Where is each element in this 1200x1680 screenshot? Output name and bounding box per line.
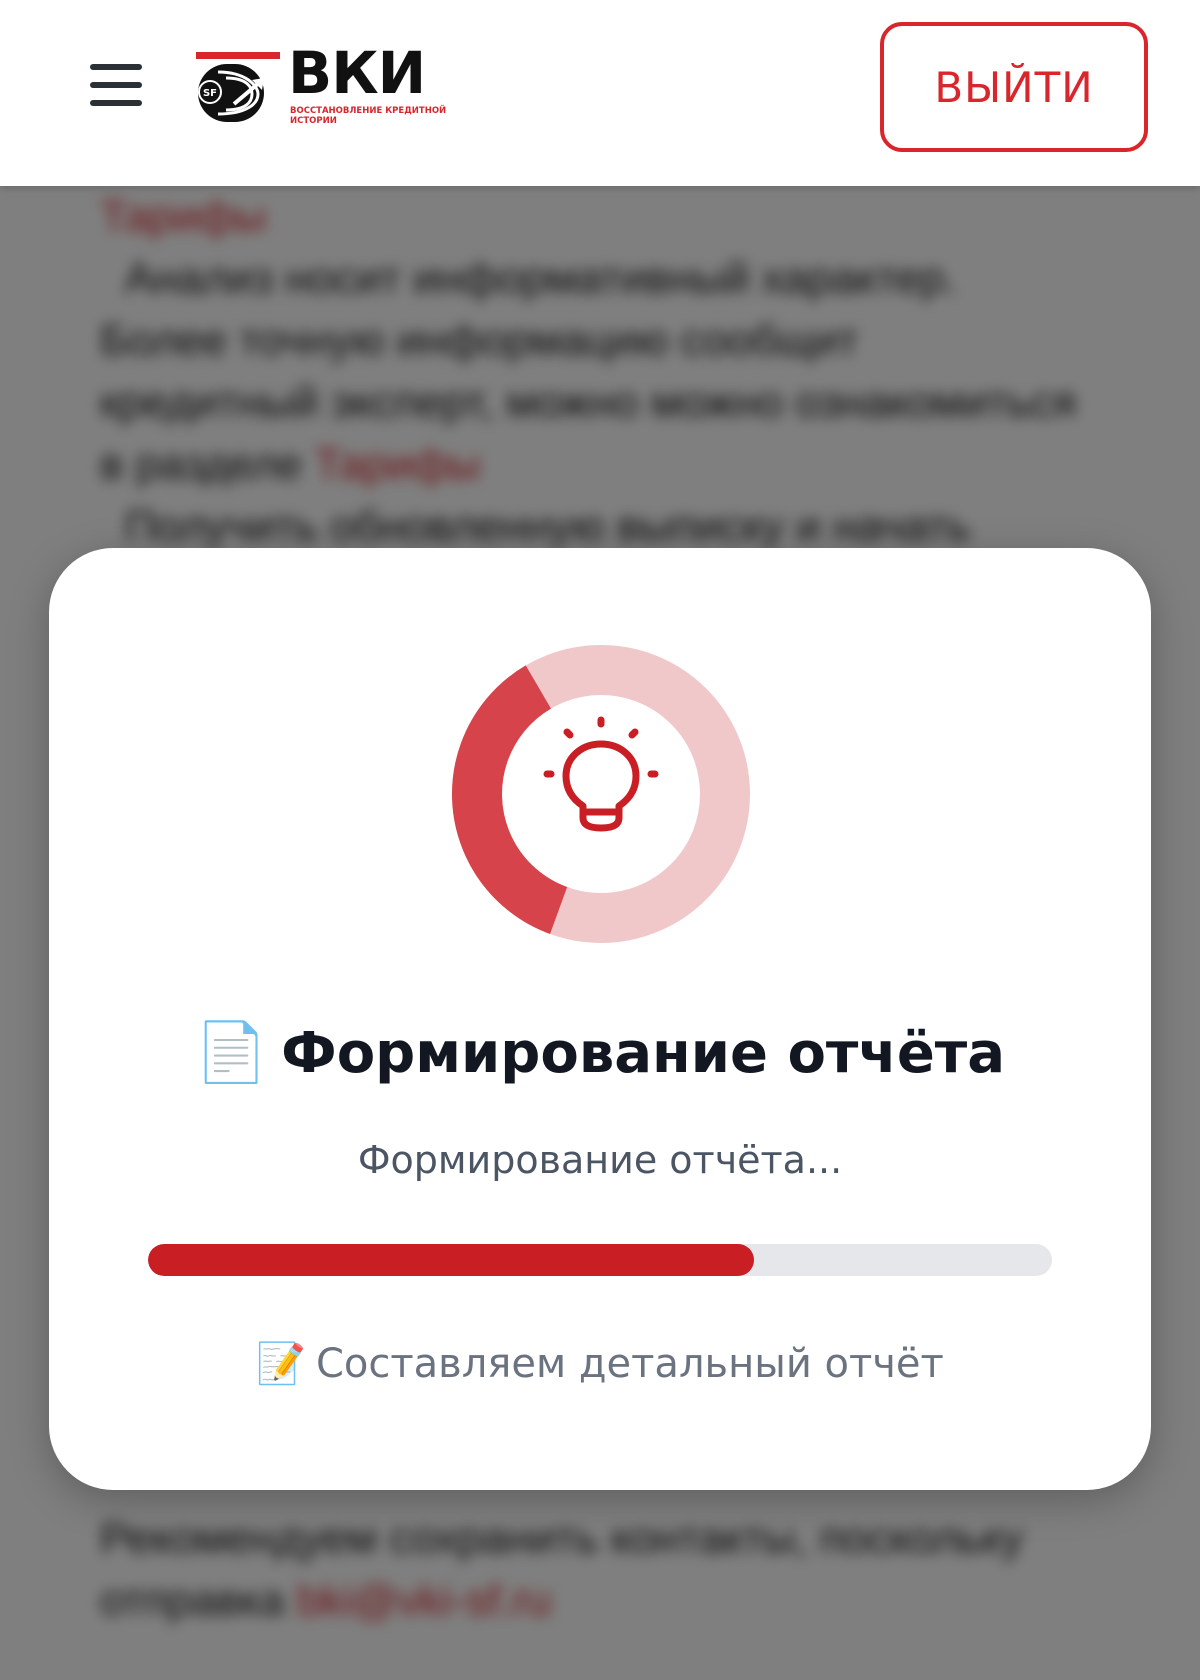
progress-bar-fill bbox=[148, 1244, 754, 1276]
logo-badge: SF bbox=[203, 88, 217, 99]
lightbulb-icon bbox=[543, 716, 659, 832]
logo-mark-icon: SF bbox=[196, 52, 280, 122]
report-progress-modal: 📄 Формирование отчёта Формирование отчёта… bbox=[49, 548, 1151, 1490]
current-step-text: Составляем детальный отчёт bbox=[315, 1341, 944, 1387]
logout-button[interactable]: ВЫЙТИ bbox=[880, 22, 1148, 152]
logo-subtitle: ВОССТАНОВЛЕНИЕ КРЕДИТНОЙ ИСТОРИИ bbox=[290, 106, 447, 126]
current-step: 📝 Составляем детальный отчёт bbox=[49, 1340, 1151, 1387]
logo[interactable]: SF ВКИ ВОССТАНОВЛЕНИЕ КРЕДИТНОЙ ИСТОРИИ bbox=[196, 44, 456, 128]
app-header: SF ВКИ ВОССТАНОВЛЕНИЕ КРЕДИТНОЙ ИСТОРИИ … bbox=[0, 0, 1200, 186]
progress-bar bbox=[148, 1244, 1052, 1276]
modal-title-text: Формирование отчёта bbox=[281, 1021, 1006, 1086]
modal-title: 📄 Формирование отчёта bbox=[49, 1018, 1151, 1087]
document-icon: 📄 bbox=[194, 1018, 268, 1086]
hamburger-menu-button[interactable] bbox=[86, 62, 146, 110]
logo-text: ВКИ bbox=[288, 39, 426, 107]
modal-subtitle: Формирование отчёта... bbox=[357, 1138, 843, 1182]
hamburger-icon bbox=[90, 64, 142, 70]
progress-ring bbox=[452, 645, 750, 943]
memo-icon: 📝 bbox=[256, 1341, 306, 1387]
